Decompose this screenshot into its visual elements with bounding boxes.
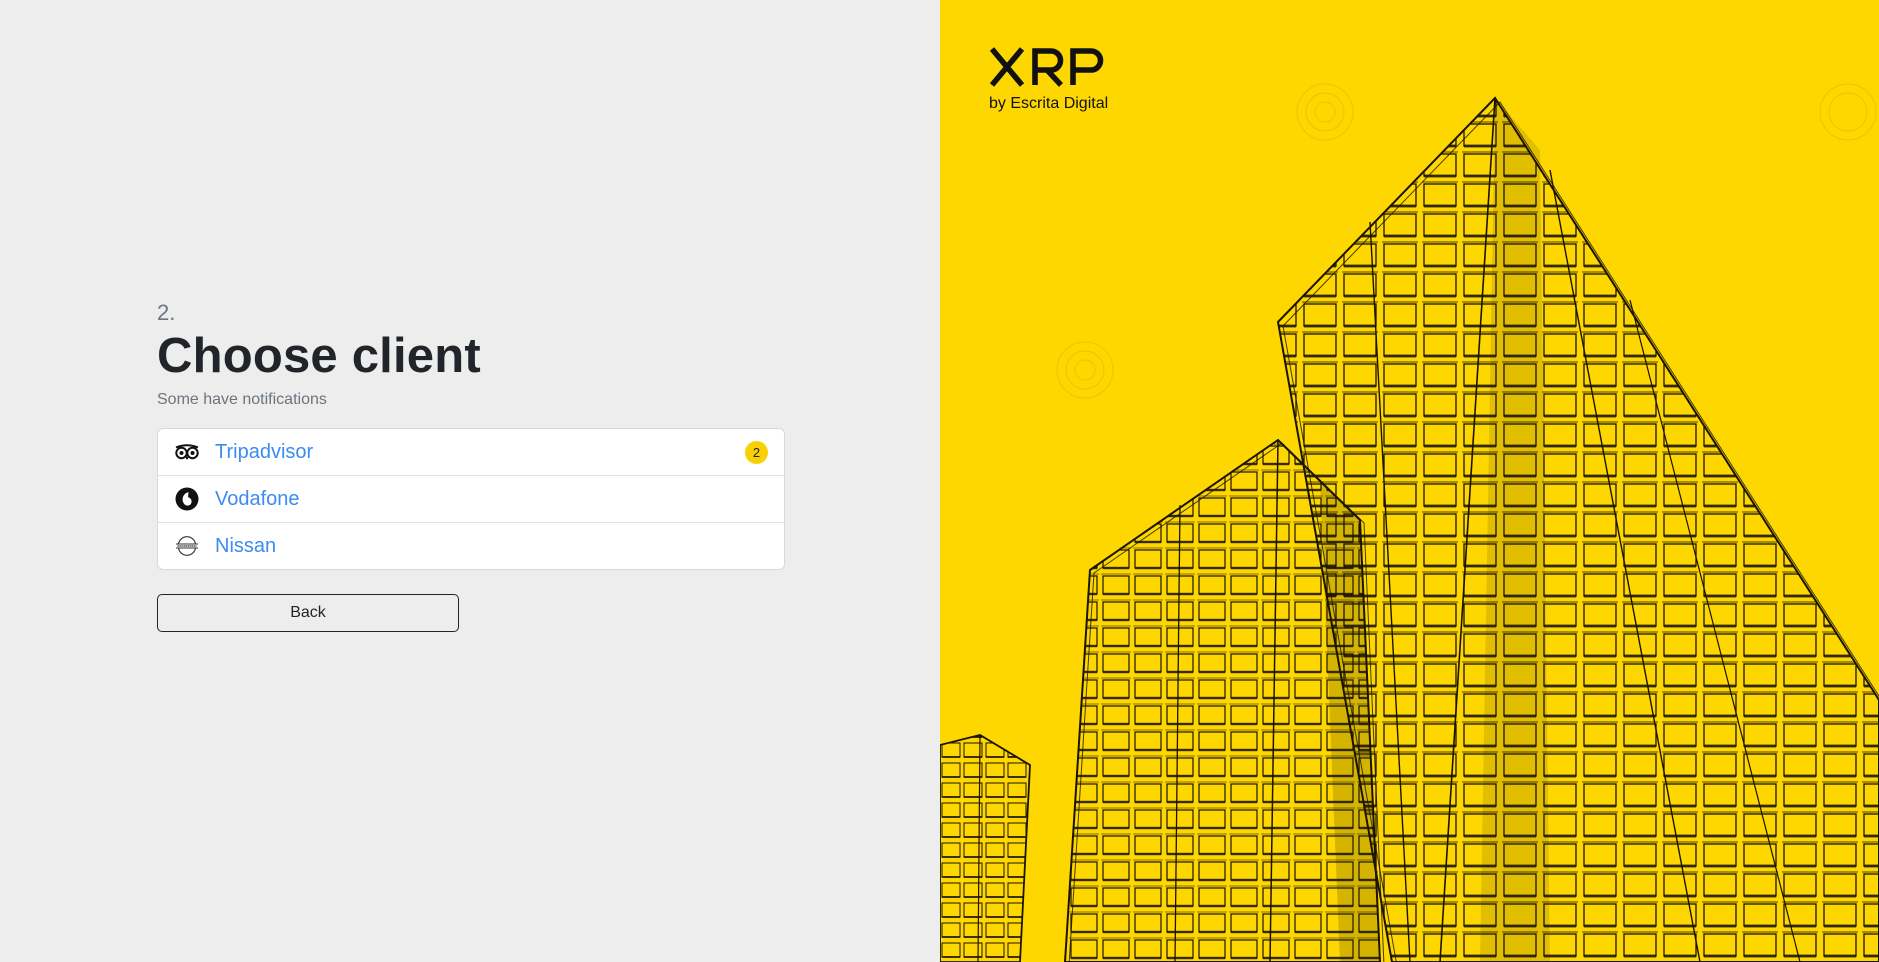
client-item-vodafone[interactable]: Vodafone [158, 475, 784, 522]
step-number: 2. [157, 300, 176, 325]
nissan-emblem-icon [174, 533, 200, 559]
page-subtitle: Some have notifications [157, 391, 327, 408]
left-panel: 2. Choose client Some have notifications [0, 0, 940, 962]
notification-badge: 2 [745, 441, 768, 464]
client-name: Tripadvisor [215, 440, 314, 463]
brand-logo: by Escrita Digital [989, 46, 1117, 113]
brand-panel: by Escrita Digital [940, 0, 1879, 962]
buildings-sketch-illustration [940, 83, 1879, 962]
client-item-nissan[interactable]: Nissan [158, 522, 784, 569]
client-name: Nissan [215, 534, 277, 557]
client-item-tripadvisor[interactable]: Tripadvisor 2 [158, 429, 784, 475]
client-chooser: 2. Choose client Some have notifications [157, 298, 785, 632]
xrp-logo-mark [989, 47, 1104, 87]
tripadvisor-owl-icon [174, 439, 200, 465]
client-list: Tripadvisor 2 Vodafone Nissan [157, 428, 785, 570]
vodafone-speechmark-icon [174, 486, 200, 512]
back-button[interactable]: Back [157, 594, 459, 632]
client-name: Vodafone [215, 487, 300, 510]
brand-tagline: by Escrita Digital [989, 95, 1109, 112]
page-title: Choose client [157, 329, 481, 383]
login-page: 2. Choose client Some have notifications [0, 0, 1879, 962]
